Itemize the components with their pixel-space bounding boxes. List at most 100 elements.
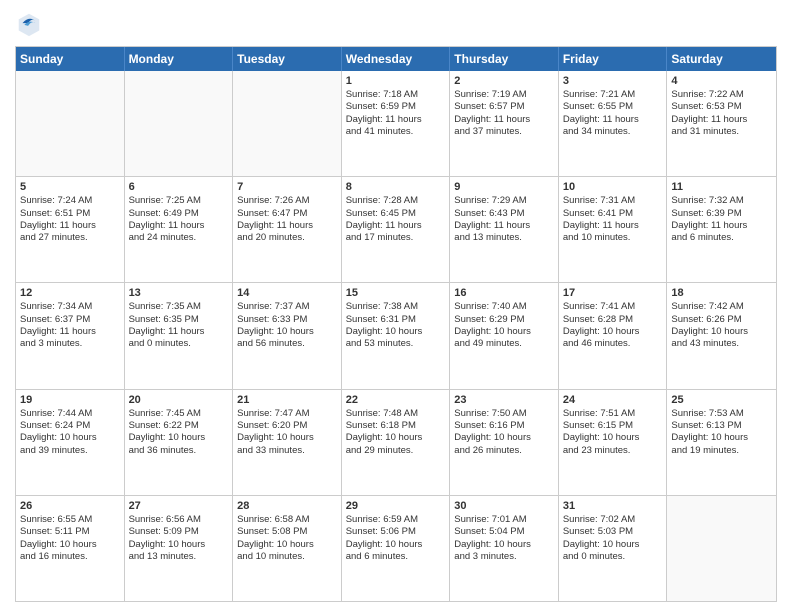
- cell-info-line: and 43 minutes.: [671, 338, 772, 350]
- cell-info-line: and 13 minutes.: [129, 551, 229, 563]
- cell-info-line: and 56 minutes.: [237, 338, 337, 350]
- cell-info-line: Sunset: 6:59 PM: [346, 101, 446, 113]
- cell-info-line: and 17 minutes.: [346, 232, 446, 244]
- cell-info-line: Sunrise: 7:26 AM: [237, 195, 337, 207]
- day-number: 18: [671, 287, 772, 299]
- cell-info-line: Sunrise: 7:50 AM: [454, 408, 554, 420]
- cell-info-line: and 16 minutes.: [20, 551, 120, 563]
- cell-info-line: and 49 minutes.: [454, 338, 554, 350]
- calendar-row-0: 1Sunrise: 7:18 AMSunset: 6:59 PMDaylight…: [16, 71, 776, 177]
- cell-info-line: Sunset: 6:47 PM: [237, 208, 337, 220]
- day-number: 6: [129, 181, 229, 193]
- cell-info-line: and 26 minutes.: [454, 445, 554, 457]
- cell-info-line: Daylight: 11 hours: [563, 114, 663, 126]
- cell-info-line: Daylight: 10 hours: [454, 539, 554, 551]
- cell-info-line: Sunset: 6:16 PM: [454, 420, 554, 432]
- weekday-header-tuesday: Tuesday: [233, 47, 342, 71]
- cell-info-line: Daylight: 11 hours: [454, 114, 554, 126]
- day-cell-3: 3Sunrise: 7:21 AMSunset: 6:55 PMDaylight…: [559, 71, 668, 176]
- cell-info-line: and 19 minutes.: [671, 445, 772, 457]
- cell-info-line: Sunset: 5:03 PM: [563, 526, 663, 538]
- cell-info-line: Sunset: 5:06 PM: [346, 526, 446, 538]
- day-cell-10: 10Sunrise: 7:31 AMSunset: 6:41 PMDayligh…: [559, 177, 668, 282]
- calendar-row-3: 19Sunrise: 7:44 AMSunset: 6:24 PMDayligh…: [16, 390, 776, 496]
- day-cell-28: 28Sunrise: 6:58 AMSunset: 5:08 PMDayligh…: [233, 496, 342, 601]
- weekday-header-thursday: Thursday: [450, 47, 559, 71]
- cell-info-line: and 10 minutes.: [237, 551, 337, 563]
- day-cell-empty-4-6: [667, 496, 776, 601]
- day-number: 5: [20, 181, 120, 193]
- weekday-header-sunday: Sunday: [16, 47, 125, 71]
- day-cell-30: 30Sunrise: 7:01 AMSunset: 5:04 PMDayligh…: [450, 496, 559, 601]
- cell-info-line: Daylight: 11 hours: [129, 220, 229, 232]
- cell-info-line: Daylight: 10 hours: [346, 326, 446, 338]
- page: SundayMondayTuesdayWednesdayThursdayFrid…: [0, 0, 792, 612]
- cell-info-line: Daylight: 10 hours: [237, 326, 337, 338]
- cell-info-line: and 36 minutes.: [129, 445, 229, 457]
- calendar: SundayMondayTuesdayWednesdayThursdayFrid…: [15, 46, 777, 602]
- day-number: 1: [346, 75, 446, 87]
- cell-info-line: Sunrise: 7:24 AM: [20, 195, 120, 207]
- day-number: 15: [346, 287, 446, 299]
- cell-info-line: and 13 minutes.: [454, 232, 554, 244]
- cell-info-line: Daylight: 11 hours: [129, 326, 229, 338]
- cell-info-line: Sunset: 6:35 PM: [129, 314, 229, 326]
- logo: [15, 10, 47, 38]
- day-number: 11: [671, 181, 772, 193]
- cell-info-line: Sunset: 6:33 PM: [237, 314, 337, 326]
- logo-icon: [15, 10, 43, 38]
- day-number: 30: [454, 500, 554, 512]
- day-cell-1: 1Sunrise: 7:18 AMSunset: 6:59 PMDaylight…: [342, 71, 451, 176]
- day-cell-15: 15Sunrise: 7:38 AMSunset: 6:31 PMDayligh…: [342, 283, 451, 388]
- cell-info-line: Daylight: 10 hours: [20, 432, 120, 444]
- day-number: 4: [671, 75, 772, 87]
- cell-info-line: and 34 minutes.: [563, 126, 663, 138]
- cell-info-line: Daylight: 11 hours: [237, 220, 337, 232]
- cell-info-line: Sunset: 6:15 PM: [563, 420, 663, 432]
- cell-info-line: Daylight: 11 hours: [671, 220, 772, 232]
- cell-info-line: Sunrise: 7:35 AM: [129, 301, 229, 313]
- day-number: 17: [563, 287, 663, 299]
- cell-info-line: Sunrise: 7:22 AM: [671, 89, 772, 101]
- calendar-body: 1Sunrise: 7:18 AMSunset: 6:59 PMDaylight…: [16, 71, 776, 601]
- day-number: 21: [237, 394, 337, 406]
- cell-info-line: Sunrise: 7:45 AM: [129, 408, 229, 420]
- day-number: 8: [346, 181, 446, 193]
- cell-info-line: Sunset: 6:57 PM: [454, 101, 554, 113]
- cell-info-line: and 37 minutes.: [454, 126, 554, 138]
- cell-info-line: Sunset: 6:53 PM: [671, 101, 772, 113]
- cell-info-line: Daylight: 11 hours: [20, 326, 120, 338]
- day-cell-6: 6Sunrise: 7:25 AMSunset: 6:49 PMDaylight…: [125, 177, 234, 282]
- cell-info-line: Sunset: 6:26 PM: [671, 314, 772, 326]
- cell-info-line: Sunset: 6:41 PM: [563, 208, 663, 220]
- cell-info-line: and 20 minutes.: [237, 232, 337, 244]
- day-cell-2: 2Sunrise: 7:19 AMSunset: 6:57 PMDaylight…: [450, 71, 559, 176]
- cell-info-line: Sunrise: 7:25 AM: [129, 195, 229, 207]
- cell-info-line: Daylight: 11 hours: [671, 114, 772, 126]
- cell-info-line: Sunrise: 7:31 AM: [563, 195, 663, 207]
- cell-info-line: and 41 minutes.: [346, 126, 446, 138]
- cell-info-line: Sunrise: 7:19 AM: [454, 89, 554, 101]
- day-number: 22: [346, 394, 446, 406]
- cell-info-line: Sunset: 6:18 PM: [346, 420, 446, 432]
- cell-info-line: Sunset: 5:04 PM: [454, 526, 554, 538]
- cell-info-line: Daylight: 11 hours: [20, 220, 120, 232]
- cell-info-line: Daylight: 10 hours: [454, 432, 554, 444]
- day-cell-empty-0-0: [16, 71, 125, 176]
- day-cell-14: 14Sunrise: 7:37 AMSunset: 6:33 PMDayligh…: [233, 283, 342, 388]
- cell-info-line: Daylight: 10 hours: [563, 432, 663, 444]
- cell-info-line: Sunset: 6:24 PM: [20, 420, 120, 432]
- cell-info-line: and 33 minutes.: [237, 445, 337, 457]
- day-number: 31: [563, 500, 663, 512]
- cell-info-line: and 0 minutes.: [563, 551, 663, 563]
- cell-info-line: and 0 minutes.: [129, 338, 229, 350]
- day-cell-16: 16Sunrise: 7:40 AMSunset: 6:29 PMDayligh…: [450, 283, 559, 388]
- cell-info-line: and 53 minutes.: [346, 338, 446, 350]
- cell-info-line: Sunset: 6:51 PM: [20, 208, 120, 220]
- cell-info-line: Sunset: 6:43 PM: [454, 208, 554, 220]
- day-number: 27: [129, 500, 229, 512]
- day-number: 24: [563, 394, 663, 406]
- cell-info-line: Sunset: 5:11 PM: [20, 526, 120, 538]
- cell-info-line: Sunset: 5:08 PM: [237, 526, 337, 538]
- day-cell-27: 27Sunrise: 6:56 AMSunset: 5:09 PMDayligh…: [125, 496, 234, 601]
